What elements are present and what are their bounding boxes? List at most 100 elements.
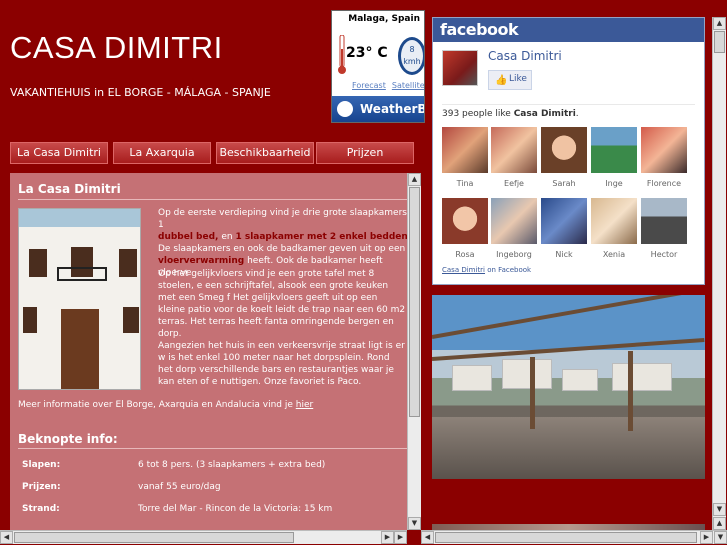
site-subtitle: VAKANTIEHUIS in EL BORGE - MÁLAGA - SPAN… bbox=[10, 86, 271, 99]
para1-highlight: dubbel bed, bbox=[158, 232, 219, 242]
scroll-thumb[interactable] bbox=[14, 532, 294, 543]
pergola-post bbox=[628, 351, 633, 431]
fan-photo bbox=[641, 198, 687, 244]
page-avatar[interactable] bbox=[442, 50, 478, 86]
info-key: Slapen: bbox=[22, 460, 61, 470]
fan-face[interactable]: Sarah bbox=[541, 127, 587, 188]
info-title: Beknopte info: bbox=[18, 432, 118, 446]
village-building bbox=[452, 365, 492, 391]
location-paragraph: Aangezien het huis in een verkeersvrije … bbox=[158, 341, 405, 387]
fan-name: Inge bbox=[605, 179, 623, 188]
fan-name: Sarah bbox=[552, 179, 576, 188]
info-key: Prijzen: bbox=[22, 482, 61, 492]
fan-face[interactable]: Nick bbox=[541, 198, 587, 259]
content-horizontal-scrollbar[interactable]: ◀ ▶ ▶ bbox=[0, 530, 407, 544]
more-info-prefix: Meer informatie over El Borge, Axarquia … bbox=[18, 400, 296, 410]
para1-text: Op de eerste verdieping vind je drie gro… bbox=[158, 208, 407, 230]
forecast-link[interactable]: Forecast bbox=[352, 81, 386, 90]
facebook-footer: Casa Dimitri on Facebook bbox=[442, 266, 531, 274]
wind-gauge-icon: 8 kmh bbox=[398, 37, 424, 75]
nav-item-beschikbaarheid[interactable]: Beschikbaarheid bbox=[216, 142, 314, 164]
house-balcony bbox=[57, 267, 107, 281]
fan-photo bbox=[442, 127, 488, 173]
para1-highlight: 1 slaapkamer met 2 enkel bedden bbox=[235, 232, 407, 242]
pergola-post bbox=[530, 357, 535, 429]
like-button[interactable]: 👍 Like bbox=[488, 70, 532, 90]
facebook-footer-text: on Facebook bbox=[485, 266, 532, 274]
info-value: vanaf 55 euro/dag bbox=[138, 482, 221, 492]
fan-photo bbox=[541, 198, 587, 244]
fan-photo bbox=[591, 198, 637, 244]
nav-item-la-axarquia[interactable]: La Axarquia bbox=[113, 142, 211, 164]
like-count: 393 people like bbox=[442, 109, 514, 119]
like-count-suffix: . bbox=[575, 109, 579, 119]
fan-face[interactable]: Xenia bbox=[591, 198, 637, 259]
fan-name: Florence bbox=[646, 179, 682, 188]
scroll-up-arrow-icon[interactable]: ▲ bbox=[408, 173, 421, 186]
info-key: Strand: bbox=[22, 504, 60, 514]
like-count-page: Casa Dimitri bbox=[513, 109, 576, 119]
para1-text: en bbox=[218, 232, 236, 242]
info-value: 6 tot 8 pers. (3 slaapkamers + extra bed… bbox=[138, 460, 326, 470]
fan-face[interactable]: Eefje bbox=[491, 127, 537, 188]
house-window bbox=[29, 249, 47, 277]
weather-widget[interactable]: Malaga, Spain 23° C 8 kmh Forecast Satell… bbox=[331, 10, 425, 123]
terrace-floor bbox=[432, 417, 705, 479]
scroll-down-arrow-icon[interactable]: ▼ bbox=[713, 503, 726, 516]
nav-item-la-casa-dimitri[interactable]: La Casa Dimitri bbox=[10, 142, 108, 164]
scroll-right-arrow-icon[interactable]: ▶ bbox=[394, 531, 407, 544]
fan-photo bbox=[591, 127, 637, 173]
wind-speed: 8 bbox=[409, 45, 415, 54]
like-count-text: 393 people like Casa Dimitri. bbox=[442, 109, 579, 119]
ground-floor-paragraph: Op het gelijkvloers vind je een grote ta… bbox=[158, 269, 406, 339]
content-pane: La Casa Dimitri Op de eerste verdieping … bbox=[10, 173, 407, 530]
page-vertical-scrollbar[interactable]: ▲ ▼ ▲ bbox=[712, 17, 726, 530]
page-name-link[interactable]: Casa Dimitri bbox=[488, 49, 562, 63]
more-info-link[interactable]: hier bbox=[296, 400, 313, 410]
satellite-link[interactable]: Satellite bbox=[392, 81, 424, 90]
weatherbug-brand: WeatherBug bbox=[360, 102, 424, 116]
fan-face[interactable]: Tina bbox=[442, 127, 488, 188]
fan-name: Tina bbox=[456, 179, 474, 188]
scroll-left-arrow-icon[interactable]: ◀ bbox=[421, 531, 434, 544]
scroll-up-arrow-icon[interactable]: ▲ bbox=[713, 17, 726, 30]
scroll-left-arrow-icon[interactable]: ◀ bbox=[0, 531, 13, 544]
scroll-down-arrow-icon[interactable]: ▼ bbox=[408, 517, 421, 530]
content-vertical-scrollbar[interactable]: ▲ ▼ bbox=[407, 173, 421, 530]
wind-unit: kmh bbox=[403, 57, 421, 66]
scroll-up-arrow-icon[interactable]: ▲ bbox=[713, 517, 726, 530]
scroll-right-arrow-icon[interactable]: ▶ bbox=[700, 531, 713, 544]
scroll-thumb[interactable] bbox=[714, 31, 725, 53]
nav-item-prijzen[interactable]: Prijzen bbox=[316, 142, 414, 164]
pergola-beam bbox=[432, 295, 702, 339]
fan-face[interactable]: Rosa bbox=[442, 198, 488, 259]
scroll-down-arrow-icon[interactable]: ▼ bbox=[714, 531, 727, 544]
village-building bbox=[502, 359, 552, 389]
scroll-thumb[interactable] bbox=[435, 532, 697, 543]
fan-face[interactable]: Ingeborg bbox=[491, 198, 537, 259]
site-title: CASA DIMITRI bbox=[10, 30, 223, 65]
fan-name: Hector bbox=[650, 250, 678, 259]
facebook-footer-link[interactable]: Casa Dimitri bbox=[442, 266, 485, 274]
pergola-beam bbox=[432, 337, 705, 361]
house-photo bbox=[18, 208, 141, 390]
fan-face[interactable]: Inge bbox=[591, 127, 637, 188]
browser-page: CASA DIMITRI VAKANTIEHUIS in EL BORGE - … bbox=[0, 0, 727, 545]
fan-face[interactable]: Florence bbox=[641, 127, 687, 188]
thermometer-icon bbox=[338, 35, 346, 74]
weather-city: Malaga, Spain bbox=[348, 14, 420, 24]
weatherbug-logo[interactable]: WeatherBug bbox=[332, 96, 424, 122]
section-divider bbox=[18, 199, 407, 200]
info-value: Torre del Mar - Rincon de la Victoria: 1… bbox=[138, 504, 333, 514]
scroll-thumb[interactable] bbox=[409, 187, 420, 417]
scroll-right-arrow-icon[interactable]: ▶ bbox=[381, 531, 394, 544]
terrace-photo bbox=[432, 295, 705, 479]
weather-temperature: 23° C bbox=[346, 45, 388, 61]
weather-links: Forecast Satellite bbox=[352, 81, 424, 90]
fan-name: Xenia bbox=[602, 250, 626, 259]
fan-face[interactable]: Hector bbox=[641, 198, 687, 259]
page-horizontal-scrollbar[interactable]: ◀ ▶ ▼ bbox=[421, 530, 727, 544]
facebook-logo[interactable]: facebook bbox=[433, 18, 704, 42]
para1-text: De slaapkamers en ook de badkamer geven … bbox=[158, 244, 407, 254]
like-label: Like bbox=[509, 74, 527, 84]
